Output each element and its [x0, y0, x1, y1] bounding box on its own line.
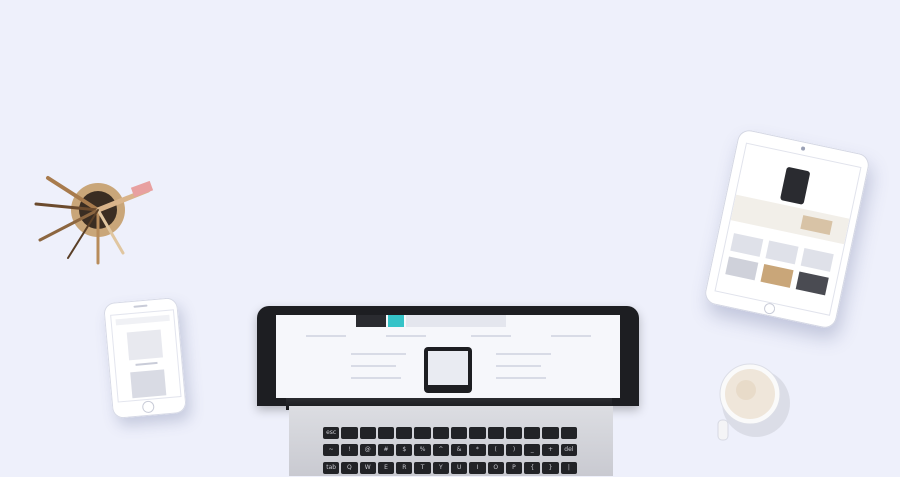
key: esc — [323, 427, 340, 439]
key — [432, 427, 449, 439]
key: ) — [505, 444, 523, 457]
key: $ — [396, 444, 413, 457]
key — [396, 427, 413, 439]
key: # — [377, 444, 395, 457]
key — [377, 427, 395, 439]
key — [542, 427, 559, 439]
key: @ — [359, 444, 376, 457]
key: _ — [524, 444, 541, 457]
tablet-screen — [714, 142, 862, 316]
tablet-camera — [800, 146, 806, 151]
key — [524, 427, 541, 439]
key — [359, 427, 376, 439]
key — [505, 427, 523, 439]
key — [560, 427, 577, 439]
cup-handle — [717, 419, 729, 441]
key — [414, 427, 431, 439]
phone-screen — [110, 309, 182, 403]
tablet — [702, 128, 872, 330]
key: & — [451, 444, 468, 457]
smartphone — [103, 296, 187, 420]
brush-cup — [34, 176, 154, 265]
key — [487, 427, 504, 439]
key — [469, 427, 486, 439]
key: + — [542, 444, 559, 457]
laptop-keyboard: esc ~! @ # $% ^ & *() _ + del tab Q W E R T Y U I O P{} | — [323, 427, 577, 477]
phone-speaker — [133, 304, 148, 308]
key: * — [469, 444, 486, 457]
key: ! — [341, 444, 358, 457]
phone-home-button — [141, 400, 155, 414]
coffee-cup — [717, 363, 790, 441]
key: % — [414, 444, 431, 457]
key: ( — [487, 444, 504, 457]
key: del — [560, 444, 577, 457]
key: ^ — [432, 444, 449, 457]
laptop-screen — [276, 315, 620, 398]
key: ~ — [323, 444, 340, 457]
key — [341, 427, 358, 439]
key — [451, 427, 468, 439]
